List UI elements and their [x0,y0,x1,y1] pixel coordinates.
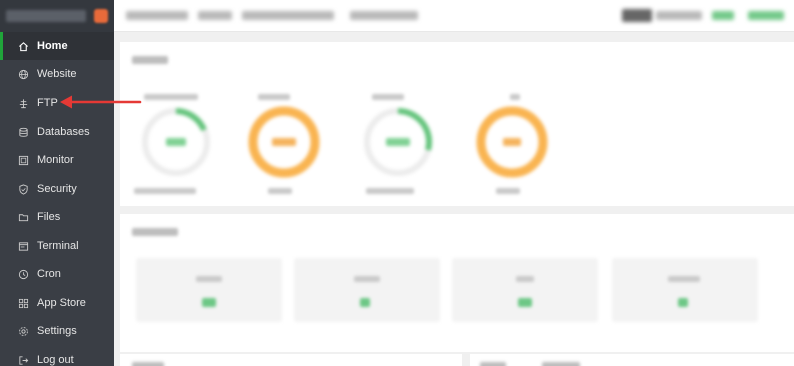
sidebar-item-label: Monitor [37,154,74,166]
folder-icon [18,212,29,223]
overview-box-value [202,298,216,307]
ftp-icon [18,98,29,109]
sidebar-item-label: Security [37,183,77,195]
bottom-right-tab-1 [480,362,506,366]
brand-name-blurred [6,10,86,22]
overview-box-label [196,276,222,282]
sidebar-item-label: FTP [37,97,58,109]
overview-box-value [678,298,688,307]
logout-icon [18,355,29,366]
sidebar-item-label: Files [37,211,61,223]
gauge-disk [472,102,552,182]
sidebar-item-label: App Store [37,297,86,309]
monitor-icon [18,155,29,166]
sidebar-item-label: Terminal [37,240,79,252]
sidebar-item-home[interactable]: Home [0,32,114,60]
bottom-left-card-title [132,362,164,366]
brand-badge-icon [94,9,108,23]
sidebar-item-terminal[interactable]: Terminal [0,232,114,260]
overview-card-title [132,228,178,236]
sidebar-item-files[interactable]: Files [0,203,114,231]
status-card-title [132,56,168,64]
overview-box-4[interactable] [612,258,758,322]
overview-box-label [516,276,534,282]
overview-box-2[interactable] [294,258,440,322]
clock-icon [18,269,29,280]
gauge-4-footer [496,188,520,194]
terminal-icon [18,241,29,252]
grid-icon [18,298,29,309]
sidebar-item-label: Home [37,40,68,52]
home-icon [18,41,29,52]
sidebar-item-security[interactable]: Security [0,175,114,203]
sidebar-item-website[interactable]: Website [0,60,114,88]
gauge-2-caption [258,94,290,100]
shield-icon [18,183,29,195]
main-content [114,32,794,366]
top-bar [114,0,794,32]
globe-icon [18,69,29,80]
overview-box-value [518,298,532,307]
gauge-2-footer [268,188,292,194]
database-icon [18,127,29,138]
red-arrow-annotation [60,95,142,109]
bottom-left-card [120,354,462,366]
bottom-right-tab-2 [542,362,580,366]
sidebar-item-logout[interactable]: Log out [0,346,114,366]
sidebar-item-label: Website [37,68,77,80]
gauge-load [136,102,216,182]
overview-box-label [668,276,700,282]
sidebar-item-monitor[interactable]: Monitor [0,146,114,174]
brand-logo[interactable] [0,0,114,32]
sidebar-item-label: Cron [37,268,61,280]
overview-box-value [360,298,370,307]
overview-card [120,214,794,352]
sidebar-item-label: Log out [37,354,74,366]
sidebar-item-label: Settings [37,325,77,337]
gauge-memory [358,102,438,182]
gauge-4-caption [510,94,520,100]
gauge-1-caption [144,94,198,100]
sidebar: Home Website FTP Databases Monitor Secur… [0,0,114,366]
sidebar-item-databases[interactable]: Databases [0,118,114,146]
sidebar-item-app-store[interactable]: App Store [0,289,114,317]
overview-box-label [354,276,380,282]
sidebar-item-settings[interactable]: Settings [0,317,114,345]
status-card [120,42,794,206]
gauge-3-footer [366,188,414,194]
gauge-3-caption [372,94,404,100]
gauge-cpu [244,102,324,182]
overview-box-1[interactable] [136,258,282,322]
bottom-right-card [470,354,794,366]
overview-box-3[interactable] [452,258,598,322]
gauge-1-footer [134,188,196,194]
sidebar-item-label: Databases [37,126,90,138]
gear-icon [18,326,29,337]
sidebar-item-cron[interactable]: Cron [0,260,114,288]
